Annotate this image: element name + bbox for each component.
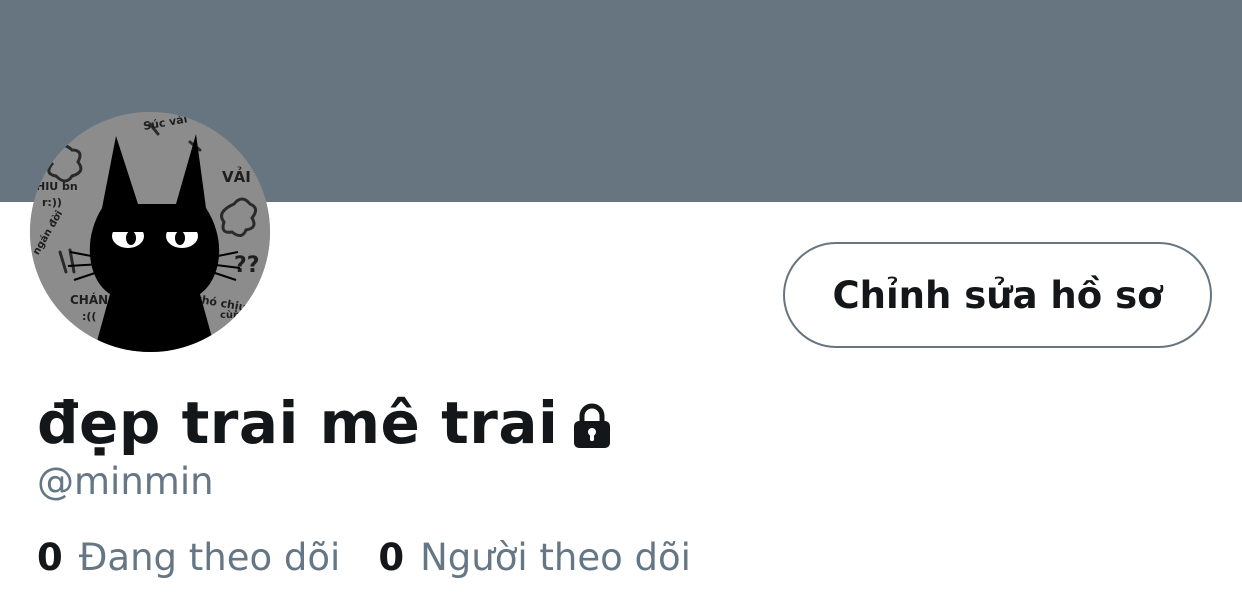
followers-label: Người theo dõi xyxy=(420,536,691,579)
svg-text:r:)): r:)) xyxy=(42,196,62,209)
followers-stat[interactable]: 0 Người theo dõi xyxy=(378,536,691,579)
black-cat-avatar-icon: Súc vải VẢI HIU bn r:)) ngán đời ?? CHÁN… xyxy=(30,112,270,352)
following-stat[interactable]: 0 Đang theo dõi xyxy=(37,536,340,579)
profile-handle: @minmin xyxy=(37,460,214,503)
display-name: đẹp trai mê trai xyxy=(37,389,559,457)
profile-stats: 0 Đang theo dõi 0 Người theo dõi xyxy=(37,536,691,579)
profile-name-row: đẹp trai mê trai xyxy=(37,388,616,458)
svg-text:??: ?? xyxy=(234,253,260,278)
edit-profile-label: Chỉnh sửa hồ sơ xyxy=(832,273,1163,317)
following-count: 0 xyxy=(37,536,63,579)
svg-text:CHÁN: CHÁN xyxy=(70,292,108,307)
profile-avatar[interactable]: Súc vải VẢI HIU bn r:)) ngán đời ?? CHÁN… xyxy=(30,112,270,352)
svg-text::((: :(( xyxy=(82,310,96,323)
svg-text:HIU bn: HIU bn xyxy=(36,180,78,193)
edit-profile-button[interactable]: Chỉnh sửa hồ sơ xyxy=(783,242,1212,348)
following-label: Đang theo dõi xyxy=(78,536,341,579)
svg-text:cùn: cùn xyxy=(220,309,240,321)
svg-text:VẢI: VẢI xyxy=(222,165,251,186)
lock-icon xyxy=(574,403,611,448)
followers-count: 0 xyxy=(378,536,405,579)
